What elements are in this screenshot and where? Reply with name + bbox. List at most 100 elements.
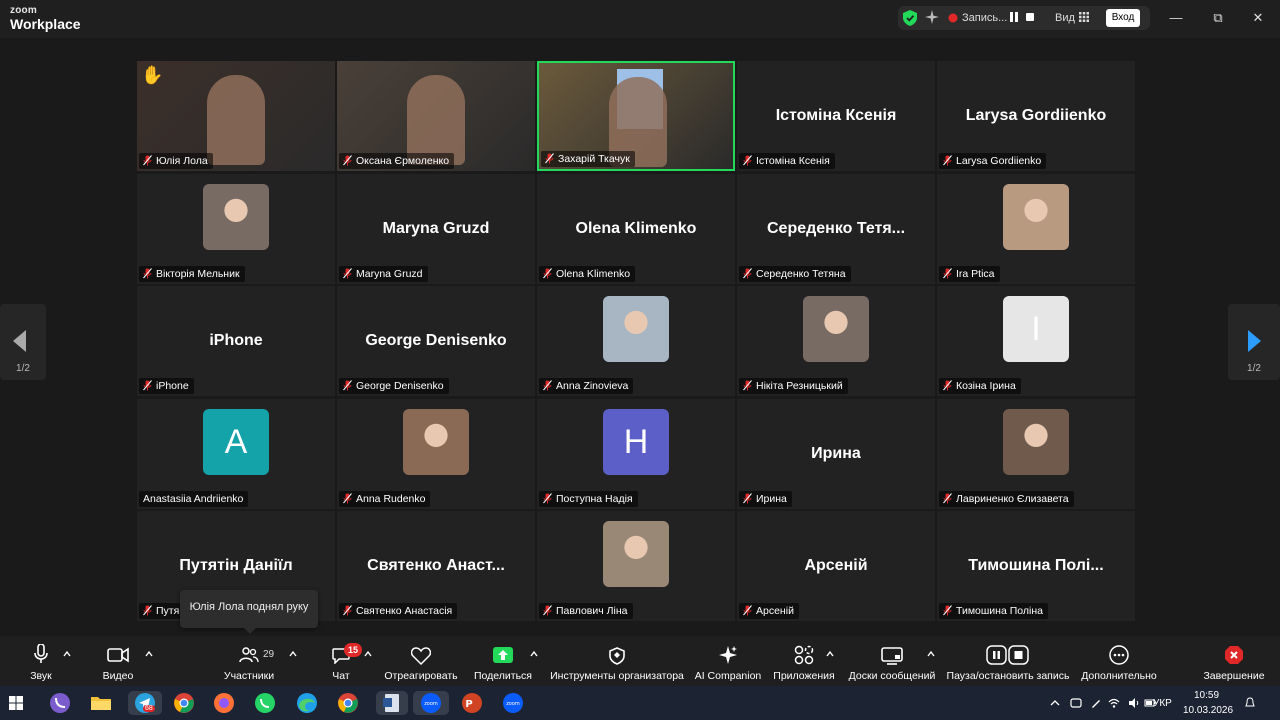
participant-tile[interactable]: A Anastasiia Andriienko [137, 399, 335, 509]
windows-start-icon[interactable] [9, 696, 23, 710]
title-bar: zoom Workplace Запись... Вид Вход — ⧉ ✕ [0, 0, 1280, 38]
mic-muted-icon [543, 493, 556, 505]
participant-tile[interactable]: Maryna Gruzd Maryna Gruzd [337, 174, 535, 284]
participant-tile[interactable]: Anna Zinovieva [537, 286, 735, 396]
zoom-app-icon[interactable]: zoom [501, 691, 525, 715]
participant-display-name: George Denisenko [365, 332, 507, 349]
participant-display-name: Maryna Gruzd [382, 220, 490, 237]
participant-tile[interactable]: H Поступна Надія [537, 399, 735, 509]
view-menu[interactable]: Вид [1055, 12, 1075, 24]
pause-stop-recording-button[interactable]: Пауза/остановить запись [946, 636, 1070, 686]
ai-companion-icon [719, 646, 737, 664]
chrome-profile-icon[interactable] [336, 691, 360, 715]
chevron-up-icon[interactable] [364, 650, 372, 658]
viber-icon[interactable] [48, 691, 72, 715]
file-explorer-icon[interactable] [89, 691, 113, 715]
participant-tile[interactable]: Лавриненко Єлизавета [937, 399, 1135, 509]
participant-tile[interactable]: Захарій Ткачук [537, 61, 735, 171]
svg-text:P: P [465, 699, 472, 710]
participant-name-tag: Оксана Єрмоленко [339, 153, 455, 169]
notification-icon[interactable] [1244, 697, 1256, 709]
grid-view-icon[interactable] [1079, 12, 1089, 22]
audio-button[interactable]: Звук [22, 636, 60, 686]
avatar [403, 409, 469, 475]
participant-tile[interactable]: Olena Klimenko Olena Klimenko [537, 174, 735, 284]
end-meeting-button[interactable]: Завершение [1200, 636, 1268, 686]
participant-tile[interactable]: George Denisenko George Denisenko [337, 286, 535, 396]
participant-tile[interactable]: Тимошина Полі... Тимошина Поліна [937, 511, 1135, 621]
ai-companion-button[interactable]: AI Companion [694, 636, 762, 686]
mic-muted-icon [943, 493, 956, 505]
mic-muted-icon [743, 155, 756, 167]
firefox-icon[interactable] [212, 691, 236, 715]
next-page-button[interactable]: 1/2 [1228, 304, 1280, 380]
participant-tile[interactable]: Larysa Gordiienko Larysa Gordiienko [937, 61, 1135, 171]
participant-name-tag: Захарій Ткачук [541, 151, 635, 167]
participant-tile[interactable]: Нікіта Резницький [737, 286, 935, 396]
chevron-up-icon[interactable] [63, 650, 71, 658]
clock-date[interactable]: 10.03.2026 [1183, 705, 1233, 716]
participant-display-name: Olena Klimenko [575, 220, 697, 237]
tray-app-icon[interactable] [1070, 697, 1082, 709]
react-button[interactable]: Отреагировать [384, 636, 458, 686]
close-icon[interactable]: ✕ [1249, 9, 1267, 27]
chevron-up-icon[interactable] [530, 650, 538, 658]
chrome-icon[interactable] [172, 691, 196, 715]
language-indicator[interactable]: УКР [1153, 698, 1172, 709]
participant-display-name: Істоміна Ксенія [775, 107, 897, 124]
zoom-taskbar-icon[interactable]: zoom [413, 691, 449, 715]
chevron-up-icon[interactable] [289, 650, 297, 658]
share-button[interactable]: Поделиться [474, 636, 532, 686]
whiteboards-button[interactable]: Доски сообщений [846, 636, 938, 686]
participant-tile[interactable]: Середенко Тетя... Середенко Тетяна [737, 174, 935, 284]
participant-tile[interactable]: Істоміна Ксенія Істоміна Ксенія [737, 61, 935, 171]
participant-tile[interactable]: Павлович Ліна [537, 511, 735, 621]
telegram-icon[interactable]: 68 [128, 691, 162, 715]
wifi-icon[interactable] [1108, 697, 1120, 709]
chevron-up-icon[interactable] [927, 650, 935, 658]
prev-page-button[interactable]: 1/2 [0, 304, 46, 380]
zoom-window: zoom Workplace Запись... Вид Вход — ⧉ ✕ … [0, 0, 1280, 720]
participant-tile[interactable]: Святенко Анаст... Святенко Анастасія [337, 511, 535, 621]
powerpoint-icon[interactable]: P [460, 691, 484, 715]
pause-recording-icon[interactable] [1010, 12, 1018, 22]
participant-tile[interactable]: Оксана Єрмоленко [337, 61, 535, 171]
edge-icon[interactable] [295, 691, 319, 715]
avatar-letter: H [623, 423, 649, 461]
tray-arrow-icon[interactable] [1050, 698, 1060, 708]
chat-button[interactable]: 15 Чат [326, 636, 362, 686]
clock-time[interactable]: 10:59 [1194, 690, 1219, 701]
more-button[interactable]: Дополнительно [1078, 636, 1160, 686]
minimize-icon[interactable]: — [1167, 9, 1185, 27]
mic-muted-icon [343, 268, 356, 280]
video-button[interactable]: Видео [98, 636, 138, 686]
tray-pen-icon[interactable] [1090, 697, 1102, 709]
ai-spark-icon[interactable] [925, 10, 939, 24]
participant-tile[interactable]: iPhone iPhone [137, 286, 335, 396]
mic-muted-icon [343, 155, 356, 167]
pause-stop-icon [986, 645, 1029, 665]
chevron-up-icon[interactable] [145, 650, 153, 658]
volume-icon[interactable] [1128, 697, 1140, 709]
participant-tile[interactable]: I Козіна Ірина [937, 286, 1135, 396]
share-label: Поделиться [474, 670, 532, 682]
login-button[interactable]: Вход [1106, 9, 1140, 27]
participant-tile[interactable]: Ira Ptica [937, 174, 1135, 284]
stop-recording-icon[interactable] [1026, 13, 1034, 21]
participant-tile[interactable]: Арсеній Арсеній [737, 511, 935, 621]
avatar: A [203, 409, 269, 475]
whatsapp-icon[interactable] [253, 691, 277, 715]
shield-icon[interactable] [903, 10, 917, 26]
chevron-up-icon[interactable] [826, 650, 834, 658]
host-tools-button[interactable]: Инструменты организатора [550, 636, 684, 686]
participant-tile[interactable]: Anna Rudenko [337, 399, 535, 509]
document-app-icon[interactable] [376, 691, 408, 715]
participant-tile[interactable]: Вікторія Мельник [137, 174, 335, 284]
apps-button[interactable]: Приложения [772, 636, 836, 686]
recording-label[interactable]: Запись... [962, 12, 1007, 24]
participant-tile[interactable]: Ирина Ирина [737, 399, 935, 509]
restore-icon[interactable]: ⧉ [1209, 9, 1227, 27]
participant-tile[interactable]: ✋ Юлія Лола [137, 61, 335, 171]
participants-button[interactable]: 29 Участники [220, 636, 278, 686]
participant-name-tag: Нікіта Резницький [739, 378, 848, 394]
